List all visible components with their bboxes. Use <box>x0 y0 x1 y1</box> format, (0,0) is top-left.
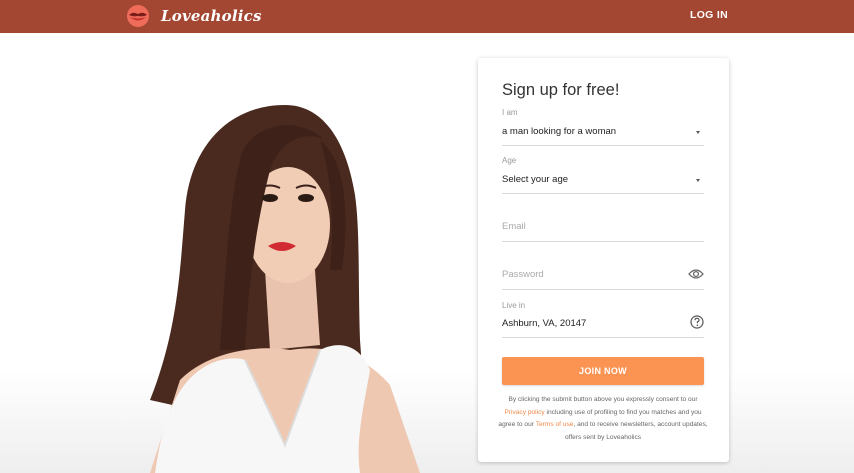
age-label: Age <box>502 156 517 165</box>
age-select[interactable]: Age Select your age <box>502 156 704 194</box>
age-value: Select your age <box>502 174 569 185</box>
email-field[interactable]: Email <box>502 213 704 242</box>
email-placeholder: Email <box>502 221 526 232</box>
i-am-label: I am <box>502 108 518 117</box>
i-am-select[interactable]: I am a man looking for a woman <box>502 108 704 146</box>
live-in-value: Ashburn, VA, 20147 <box>502 318 587 329</box>
chevron-down-icon <box>696 131 700 134</box>
signup-title: Sign up for free! <box>502 81 620 99</box>
signup-card: Sign up for free! I am a man looking for… <box>478 58 729 462</box>
top-navbar: Loveaholics LOG IN <box>0 0 854 33</box>
woman-portrait-photo <box>150 105 420 473</box>
live-in-field[interactable]: Live in Ashburn, VA, 20147 <box>502 301 704 338</box>
legal-consent-text: By clicking the submit button above you … <box>498 394 708 444</box>
privacy-policy-link[interactable]: Privacy policy <box>504 409 544 416</box>
brand-name: Loveaholics <box>161 7 262 25</box>
password-field[interactable]: Password <box>502 260 704 290</box>
live-in-label: Live in <box>502 301 526 310</box>
chevron-down-icon <box>696 179 700 182</box>
i-am-value: a man looking for a woman <box>502 126 617 137</box>
eye-icon[interactable] <box>688 268 704 280</box>
question-circle-icon[interactable] <box>690 315 704 329</box>
heart-lips-icon <box>127 5 149 27</box>
legal-text-part1: By clicking the submit button above you … <box>508 396 698 403</box>
join-now-button[interactable]: JOIN NOW <box>502 357 704 385</box>
terms-of-use-link[interactable]: Terms of use <box>536 421 574 428</box>
brand-logo[interactable]: Loveaholics <box>124 3 262 29</box>
password-placeholder: Password <box>502 269 544 280</box>
legal-text-part3: , and to receive newsletters, account up… <box>564 421 708 441</box>
login-link[interactable]: LOG IN <box>690 9 728 21</box>
